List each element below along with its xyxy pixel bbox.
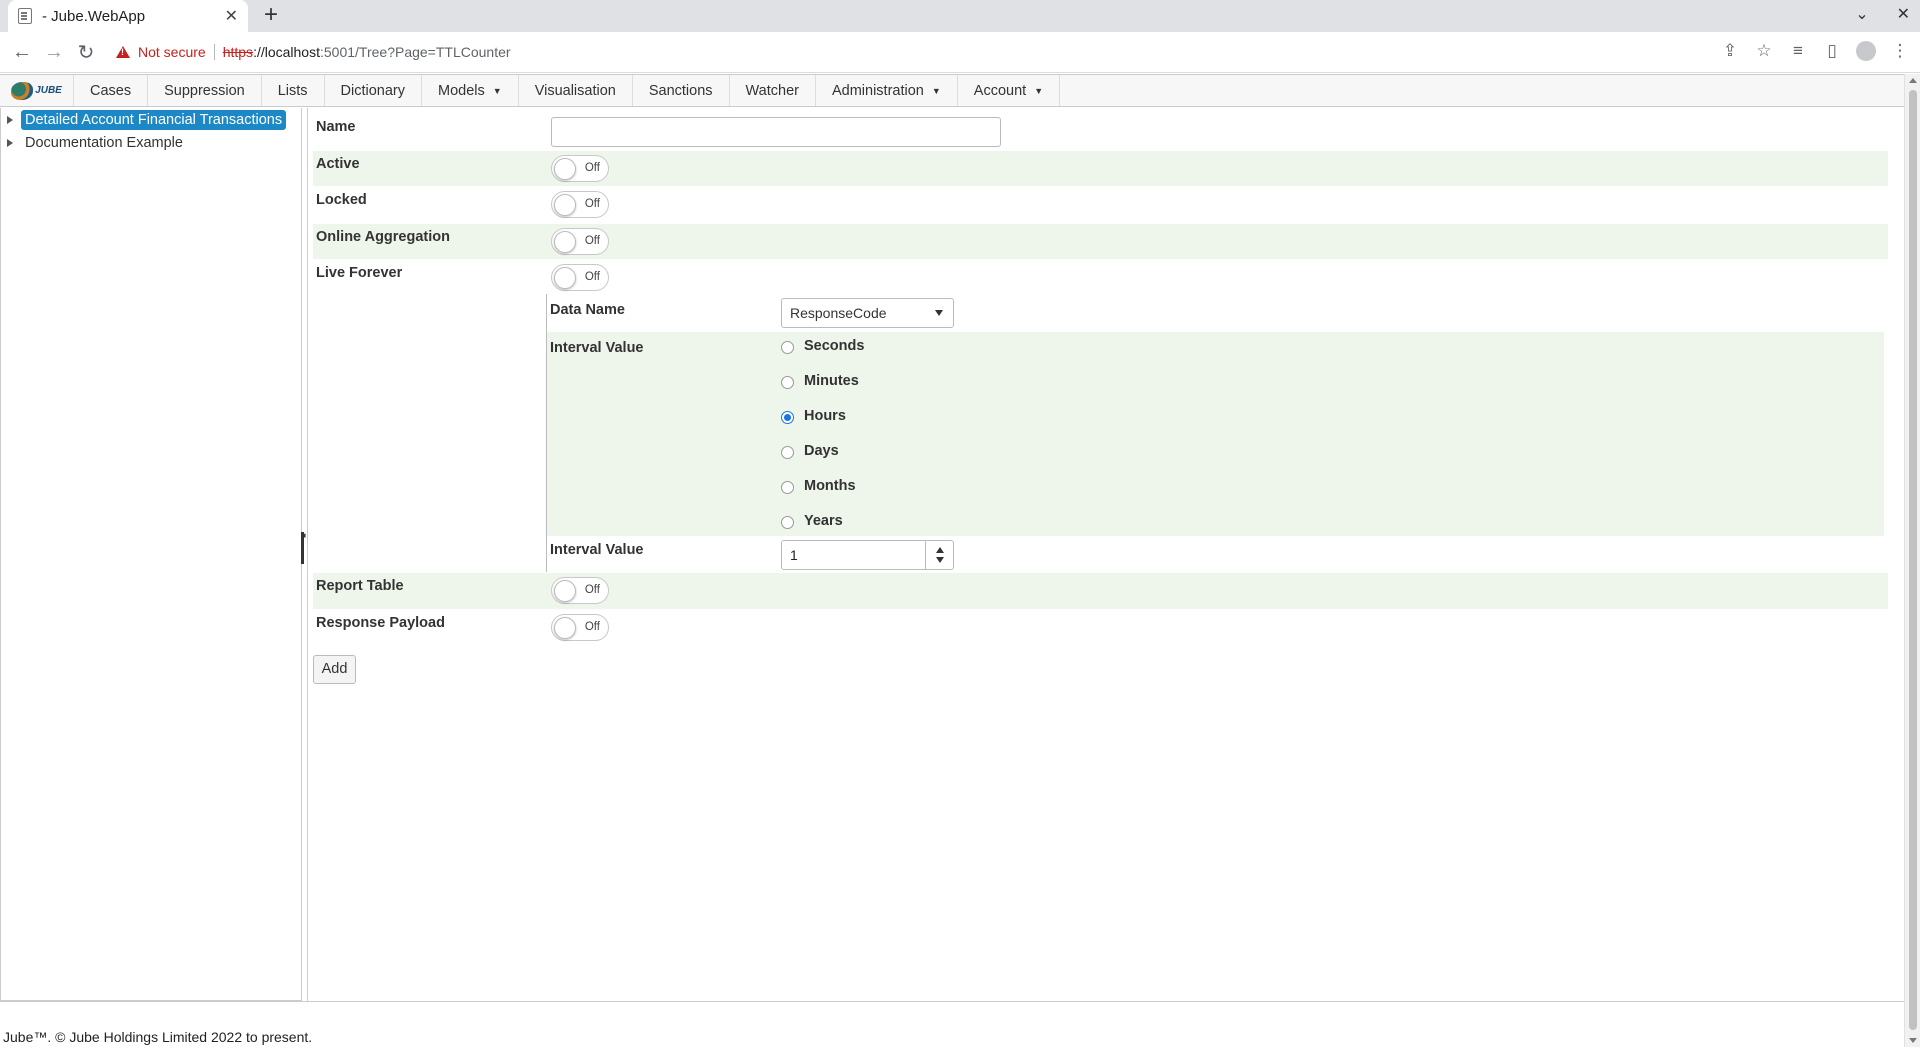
jube-logo[interactable]: JUBE xyxy=(0,75,74,106)
page-footer: Jube™. © Jube Holdings Limited 2022 to p… xyxy=(0,1001,1904,1047)
menu-administration[interactable]: Administration ▼ xyxy=(816,75,958,106)
radio-hours[interactable]: Hours xyxy=(781,407,846,424)
interval-value-row: Interval Value 1 xyxy=(547,536,1884,572)
data-name-label: Data Name xyxy=(550,302,625,318)
scroll-down-icon[interactable] xyxy=(1909,1038,1917,1043)
radio-minutes[interactable]: Minutes xyxy=(781,372,859,389)
security-label: Not secure xyxy=(138,44,206,60)
locked-toggle[interactable]: Off xyxy=(551,191,609,218)
menu-dictionary[interactable]: Dictionary xyxy=(325,75,423,106)
data-name-row: Data Name ResponseCode xyxy=(547,294,1884,332)
copyright-text: Jube™. © Jube Holdings Limited 2022 to p… xyxy=(3,1029,313,1045)
forward-arrow-icon[interactable]: → xyxy=(38,41,70,64)
data-name-select[interactable]: ResponseCode xyxy=(781,298,954,328)
logo-mark xyxy=(11,81,34,100)
menu-watcher[interactable]: Watcher xyxy=(730,75,816,106)
interval-value-stepper[interactable]: 1 xyxy=(781,540,954,570)
locked-row: Locked Off xyxy=(313,187,1888,223)
url-path: :5001/Tree?Page=TTLCounter xyxy=(320,44,511,60)
expand-icon[interactable] xyxy=(7,116,13,124)
page-scrollbar[interactable] xyxy=(1904,74,1920,1047)
menu-visualisation[interactable]: Visualisation xyxy=(519,75,633,106)
address-bar: ← → ↻ Not secure https://localhost:5001/… xyxy=(0,32,1920,73)
ttl-settings-group: Data Name ResponseCode Interval Value Se… xyxy=(546,294,1884,572)
tree-node[interactable]: Documentation Example xyxy=(7,133,187,153)
menu-lists[interactable]: Lists xyxy=(262,75,325,106)
share-icon[interactable]: ⇪ xyxy=(1720,41,1740,61)
page-icon xyxy=(18,8,32,24)
splitter-handle[interactable] xyxy=(301,532,304,564)
decrement-icon[interactable] xyxy=(936,557,944,563)
close-window-icon[interactable]: ✕ xyxy=(1897,4,1910,24)
name-input[interactable] xyxy=(551,117,1001,147)
close-icon[interactable]: ✕ xyxy=(225,6,238,26)
menu-icon[interactable]: ⋮ xyxy=(1890,41,1910,61)
tab-title: - Jube.WebApp xyxy=(42,7,146,25)
menu-sanctions[interactable]: Sanctions xyxy=(633,75,730,106)
back-arrow-icon[interactable]: ← xyxy=(6,41,38,64)
add-button[interactable]: Add xyxy=(313,655,356,684)
url-scheme: https xyxy=(222,44,254,60)
url-input[interactable]: Not secure https://localhost:5001/Tree?P… xyxy=(116,37,511,67)
menu-suppression[interactable]: Suppression xyxy=(148,75,262,106)
new-tab-icon[interactable]: + xyxy=(258,3,284,29)
browser-tab[interactable]: - Jube.WebApp ✕ xyxy=(8,0,248,32)
caret-down-icon: ▼ xyxy=(492,85,502,96)
app-menu-bar: JUBE Cases Suppression Lists Dictionary … xyxy=(0,74,1904,107)
report-table-label: Report Table xyxy=(316,578,404,594)
radio-button[interactable] xyxy=(781,341,794,354)
scroll-up-icon[interactable] xyxy=(1909,78,1917,83)
menu-cases[interactable]: Cases xyxy=(74,75,149,106)
interval-type-label: Interval Value xyxy=(550,340,644,356)
profile-avatar[interactable] xyxy=(1856,41,1876,61)
report-table-toggle[interactable]: Off xyxy=(551,577,609,604)
response-payload-toggle[interactable]: Off xyxy=(551,614,609,641)
live-forever-toggle[interactable]: Off xyxy=(551,264,609,291)
online-aggregation-label: Online Aggregation xyxy=(316,229,450,245)
menu-models[interactable]: Models ▼ xyxy=(422,75,519,106)
expand-icon[interactable] xyxy=(7,139,13,147)
report-table-row: Report Table Off xyxy=(313,573,1888,609)
live-forever-row: Live Forever Off xyxy=(313,260,1888,296)
interval-type-row: Interval Value Seconds Minutes Hours Day… xyxy=(547,332,1884,536)
increment-icon[interactable] xyxy=(936,547,944,553)
chevron-down-icon[interactable]: ⌄ xyxy=(1855,4,1868,24)
interval-value-label: Interval Value xyxy=(550,542,644,558)
response-payload-label: Response Payload xyxy=(316,615,445,631)
online-aggregation-row: Online Aggregation Off xyxy=(313,224,1888,259)
radio-button[interactable] xyxy=(781,481,794,494)
browser-tabstrip: - Jube.WebApp ✕ + ⌄ ✕ xyxy=(0,0,1920,32)
scrollbar-thumb[interactable] xyxy=(1909,90,1917,1030)
sidebar-icon[interactable]: ▯ xyxy=(1822,41,1842,61)
caret-down-icon: ▼ xyxy=(931,85,941,96)
radio-button[interactable] xyxy=(781,516,794,529)
locked-label: Locked xyxy=(316,192,367,208)
active-row: Active Off xyxy=(313,151,1888,186)
reload-icon[interactable]: ↻ xyxy=(70,40,102,65)
radio-button-checked[interactable] xyxy=(781,411,794,424)
radio-days[interactable]: Days xyxy=(781,442,839,459)
url-host: ://localhost xyxy=(253,44,320,60)
radio-months[interactable]: Months xyxy=(781,477,856,494)
active-toggle[interactable]: Off xyxy=(551,155,609,182)
model-tree: Detailed Account Financial Transactions … xyxy=(0,108,302,1001)
active-label: Active xyxy=(316,156,360,172)
name-row: Name xyxy=(313,108,1888,153)
media-icon[interactable]: ≡ xyxy=(1788,41,1808,61)
warning-icon xyxy=(116,46,130,58)
name-label: Name xyxy=(316,119,356,135)
live-forever-label: Live Forever xyxy=(316,265,403,281)
radio-button[interactable] xyxy=(781,446,794,459)
radio-seconds[interactable]: Seconds xyxy=(781,337,864,354)
response-payload-row: Response Payload Off xyxy=(313,610,1888,646)
caret-down-icon: ▼ xyxy=(1034,85,1044,96)
tree-node[interactable]: Detailed Account Financial Transactions xyxy=(7,110,287,130)
radio-years[interactable]: Years xyxy=(781,512,843,529)
caret-down-icon xyxy=(935,310,943,316)
menu-account[interactable]: Account ▼ xyxy=(958,75,1061,106)
online-aggregation-toggle[interactable]: Off xyxy=(551,228,609,255)
star-icon[interactable]: ☆ xyxy=(1754,41,1774,61)
radio-button[interactable] xyxy=(781,376,794,389)
